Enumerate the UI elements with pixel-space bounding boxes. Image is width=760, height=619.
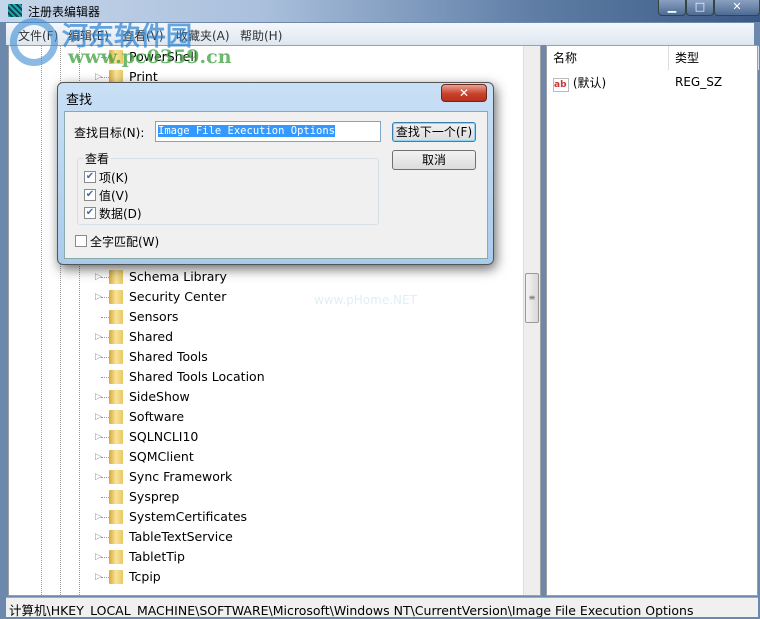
value-row[interactable]: ab (默认)	[553, 74, 606, 92]
tree-item-label: SQMClient	[129, 449, 194, 464]
tree-item[interactable]: ▷ SideShow	[9, 387, 509, 407]
checkbox-empty	[75, 235, 87, 247]
tree-item[interactable]: ▷ TableTextService	[9, 527, 509, 547]
tree-item[interactable]: ▷ Security Center	[9, 287, 509, 307]
tree-item-label: TableTextService	[129, 529, 233, 544]
tree-item[interactable]: ▷ SQMClient	[9, 447, 509, 467]
checkbox-whole-word[interactable]: 全字匹配(W)	[75, 233, 159, 249]
tree-item[interactable]: ▷ SQLNCLI10	[9, 427, 509, 447]
menu-bar: 文件(F) 编辑(E) 查看(V) 收藏夹(A) 帮助(H)	[6, 23, 754, 45]
folder-icon	[109, 270, 123, 284]
folder-icon	[109, 490, 123, 504]
tree-item-label: Shared	[129, 329, 174, 344]
tree-item[interactable]: Shared Tools Location	[9, 367, 509, 387]
tree-item-label: TabletTip	[129, 549, 185, 564]
dialog-body: 查找目标(N): Image File Execution Options 查找…	[64, 111, 488, 259]
column-header-type[interactable]: 类型	[669, 46, 759, 70]
string-value-icon: ab	[553, 78, 569, 92]
folder-icon	[109, 530, 123, 544]
value-type: REG_SZ	[675, 75, 723, 89]
checkbox-label: 值(V)	[99, 188, 129, 203]
tree-item[interactable]: ▷ Shared Tools	[9, 347, 509, 367]
tree-item-label: SystemCertificates	[129, 509, 248, 524]
tree-item[interactable]: ▷ Schema Library	[9, 267, 509, 287]
menu-help[interactable]: 帮助(H)	[240, 27, 282, 44]
cancel-button[interactable]: 取消	[392, 150, 476, 170]
find-input-value: Image File Execution Options	[158, 125, 336, 137]
folder-icon	[109, 390, 123, 404]
folder-icon	[109, 330, 123, 344]
tree-item[interactable]: ▷ Sync Framework	[9, 467, 509, 487]
folder-icon	[109, 510, 123, 524]
folder-icon	[109, 470, 123, 484]
tree-item-label: Software	[129, 409, 185, 424]
checkmark-icon: ✔	[84, 171, 96, 183]
checkmark-icon: ✔	[84, 189, 96, 201]
tree-item[interactable]: ▷ Shared	[9, 327, 509, 347]
maximize-button[interactable]: □	[686, 0, 714, 16]
tree-item-label: PowerShell	[129, 49, 198, 64]
checkbox-keys[interactable]: ✔ 项(K)	[84, 169, 128, 185]
tree-item-label: Sensors	[129, 309, 179, 324]
window-title: 注册表编辑器	[28, 5, 101, 19]
tree-item[interactable]: ▷ TabletTip	[9, 547, 509, 567]
tree-item-label: Security Center	[129, 289, 227, 304]
status-bar: 计算机\HKEY_LOCAL_MACHINE\SOFTWARE\Microsof…	[6, 597, 758, 617]
tree-item-label: Sync Framework	[129, 469, 233, 484]
tree-item-label: Tcpip	[129, 569, 161, 584]
folder-icon	[109, 430, 123, 444]
find-dialog: 查找 ✕ 查找目标(N): Image File Execution Optio…	[57, 82, 494, 265]
tree-item[interactable]: PowerShell	[9, 47, 509, 67]
checkbox-label: 项(K)	[99, 170, 129, 185]
folder-icon	[109, 370, 123, 384]
tree-item-label: Shared Tools Location	[129, 369, 265, 384]
values-list[interactable]: 名称 类型 ab (默认) REG_SZ	[546, 45, 759, 596]
folder-icon	[109, 450, 123, 464]
checkmark-icon: ✔	[84, 207, 96, 219]
folder-icon	[109, 310, 123, 324]
look-at-label: 查看	[83, 150, 112, 167]
folder-icon	[109, 410, 123, 424]
tree-item-label: SideShow	[129, 389, 190, 404]
menu-favorites[interactable]: 收藏夹(A)	[176, 27, 230, 44]
minimize-button[interactable]: ▁	[658, 0, 686, 16]
menu-file[interactable]: 文件(F)	[18, 27, 58, 44]
scroll-thumb[interactable]: ≡	[525, 273, 539, 323]
menu-edit[interactable]: 编辑(E)	[68, 27, 109, 44]
tree-scrollbar[interactable]: ≡	[523, 46, 540, 595]
tree-item-label: Schema Library	[129, 269, 227, 284]
folder-icon	[109, 290, 123, 304]
tree-item[interactable]: ▷ Software	[9, 407, 509, 427]
dialog-close-button[interactable]: ✕	[441, 84, 487, 102]
tree-item[interactable]: ▷ SystemCertificates	[9, 507, 509, 527]
tree-item-label: Sysprep	[129, 489, 180, 504]
dialog-title: 查找	[66, 93, 93, 108]
menu-view[interactable]: 查看(V)	[122, 27, 164, 44]
folder-icon	[109, 350, 123, 364]
tree-item-label: Shared Tools	[129, 349, 208, 364]
tree-item-label: SQLNCLI10	[129, 429, 199, 444]
find-label: 查找目标(N):	[74, 126, 145, 140]
tree-item[interactable]: Sensors	[9, 307, 509, 327]
checkbox-label: 数据(D)	[99, 206, 142, 221]
folder-icon	[109, 50, 123, 64]
checkbox-data[interactable]: ✔ 数据(D)	[84, 205, 142, 221]
column-header-name[interactable]: 名称	[547, 46, 669, 70]
close-button[interactable]: ✕	[714, 0, 760, 16]
regedit-icon	[8, 4, 22, 17]
value-name: (默认)	[572, 76, 607, 90]
tree-item[interactable]: Sysprep	[9, 487, 509, 507]
checkbox-label: 全字匹配(W)	[90, 234, 160, 249]
find-next-button[interactable]: 查找下一个(F)	[392, 122, 476, 142]
find-input[interactable]: Image File Execution Options	[155, 121, 381, 142]
checkbox-values[interactable]: ✔ 值(V)	[84, 187, 129, 203]
folder-icon	[109, 570, 123, 584]
tree-item[interactable]: ▷ Tcpip	[9, 567, 509, 587]
title-bar: 注册表编辑器 ▁ □ ✕	[0, 0, 760, 22]
folder-icon	[109, 550, 123, 564]
